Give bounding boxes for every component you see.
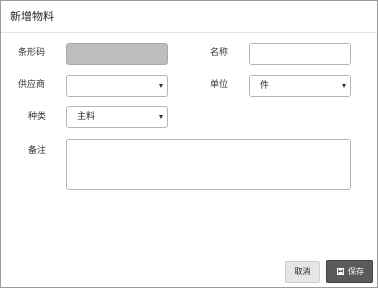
barcode-label: 条形码 xyxy=(18,48,46,58)
add-material-dialog: 新增物料 条形码 名称 供应商 单位 件 种类 主料 备注 取消 保存 xyxy=(0,0,378,288)
unit-label: 单位 xyxy=(210,80,229,90)
dialog-title: 新增物料 xyxy=(10,10,54,23)
supplier-label: 供应商 xyxy=(18,80,46,90)
name-input[interactable] xyxy=(249,43,351,65)
chevron-down-icon xyxy=(159,115,163,119)
category-select[interactable]: 主料 xyxy=(66,106,168,128)
remark-label: 备注 xyxy=(28,146,47,156)
unit-select[interactable]: 件 xyxy=(249,75,351,97)
chevron-down-icon xyxy=(159,84,163,88)
remark-textarea[interactable] xyxy=(66,139,351,190)
cancel-button-label: 取消 xyxy=(294,267,311,276)
save-icon xyxy=(337,268,344,275)
category-label: 种类 xyxy=(28,112,47,122)
supplier-select[interactable] xyxy=(66,75,168,97)
chevron-down-icon xyxy=(342,84,346,88)
dialog-header: 新增物料 xyxy=(1,1,377,33)
cancel-button[interactable]: 取消 xyxy=(285,261,320,283)
save-button-label: 保存 xyxy=(348,267,364,276)
unit-select-value: 件 xyxy=(260,81,270,91)
name-label: 名称 xyxy=(210,48,229,58)
barcode-input xyxy=(66,43,168,65)
save-button[interactable]: 保存 xyxy=(326,260,373,283)
category-select-value: 主料 xyxy=(77,112,96,122)
